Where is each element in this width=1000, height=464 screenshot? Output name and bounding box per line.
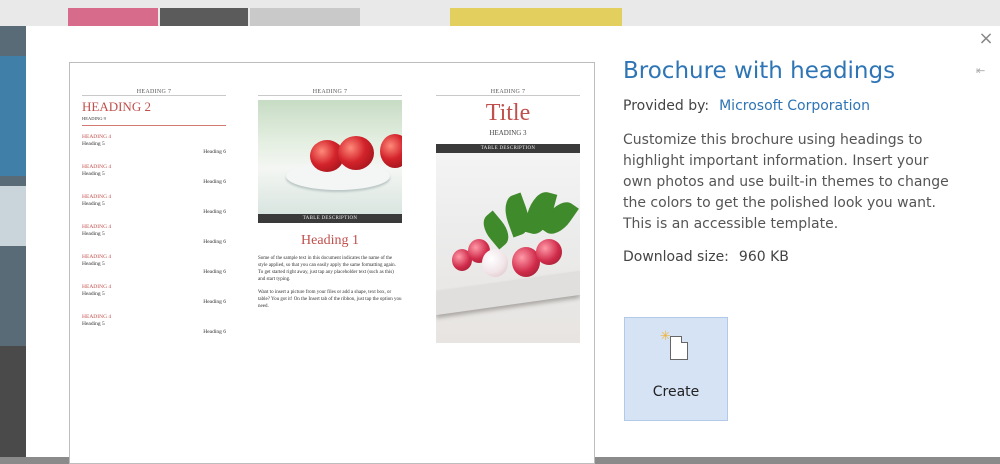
toc-item: HEADING 4 Heading 5 Heading 6 [82, 224, 226, 245]
background-thumbnail [160, 8, 248, 26]
toc-item: HEADING 4 Heading 5 Heading 6 [82, 194, 226, 215]
background-thumbnail [450, 8, 622, 26]
toc-item: HEADING 4 Heading 5 Heading 6 [82, 134, 226, 155]
background-strip [0, 0, 1000, 26]
preview-paragraph: Some of the sample text in this document… [258, 256, 396, 282]
preview-column-middle: HEADING 7 TABLE DESCRIPTION Heading 1 So… [258, 63, 402, 310]
template-title: Brochure with headings [623, 58, 896, 84]
download-size-label: Download size: [623, 249, 729, 265]
download-size: Download size: 960 KB [623, 249, 983, 265]
preview-heading2: HEADING 2 [82, 99, 151, 114]
preview-heading1: Heading 1 [301, 233, 359, 248]
radishes-photo [436, 153, 580, 343]
download-size-value: 960 KB [738, 249, 789, 265]
preview-table-description: TABLE DESCRIPTION [258, 214, 402, 223]
apples-photo [258, 100, 402, 214]
preview-heading9: HEADING 9 [82, 116, 106, 121]
create-button-label: Create [652, 384, 700, 400]
template-preview-image: HEADING 7 HEADING 2 HEADING 9 HEADING 4H… [69, 62, 595, 464]
provided-by-label: Provided by: [623, 98, 710, 114]
template-preview-dialog: × ⇤ HEADING 7 HEADING 2 HEADING 9 HEADIN… [26, 26, 1000, 464]
toc-item: HEADING 4 Heading 5 Heading 6 [82, 254, 226, 275]
preview-title: Title [485, 100, 531, 126]
create-button[interactable]: ✳ Create [624, 317, 728, 421]
preview-toc: HEADING 4 Heading 5 Heading 6 HEADING 4 Hea… [82, 134, 226, 344]
toc-item: HEADING 4 Heading 5 Heading 6 [82, 164, 226, 185]
background-thumbnail [250, 8, 360, 26]
preview-heading7: HEADING 7 [490, 89, 526, 95]
provider-link[interactable]: Microsoft Corporation [719, 98, 870, 114]
preview-column-left: HEADING 7 HEADING 2 HEADING 9 HEADING 4H… [82, 63, 226, 344]
background-left-edge [0, 26, 26, 457]
provided-by: Provided by: Microsoft Corporation [623, 98, 983, 114]
close-button[interactable]: × [975, 28, 997, 50]
preview-heading7: HEADING 7 [312, 89, 348, 95]
preview-paragraph: Want to insert a picture from your files… [258, 290, 402, 309]
preview-heading3: HEADING 3 [489, 129, 527, 137]
template-info-panel: Brochure with headings Provided by: Micro… [623, 56, 983, 265]
preview-table-description: TABLE DESCRIPTION [436, 144, 580, 153]
toc-item: HEADING 4 Heading 5 Heading 6 [82, 314, 226, 335]
template-description: Customize this brochure using headings t… [623, 132, 949, 232]
close-icon: × [978, 28, 994, 49]
preview-column-right: HEADING 7 Title HEADING 3 TABLE DESCRIPT… [436, 63, 580, 343]
preview-heading7: HEADING 7 [136, 89, 172, 95]
background-thumbnail [68, 8, 158, 26]
toc-item: HEADING 4 Heading 5 Heading 6 [82, 284, 226, 305]
new-document-icon [670, 336, 688, 360]
